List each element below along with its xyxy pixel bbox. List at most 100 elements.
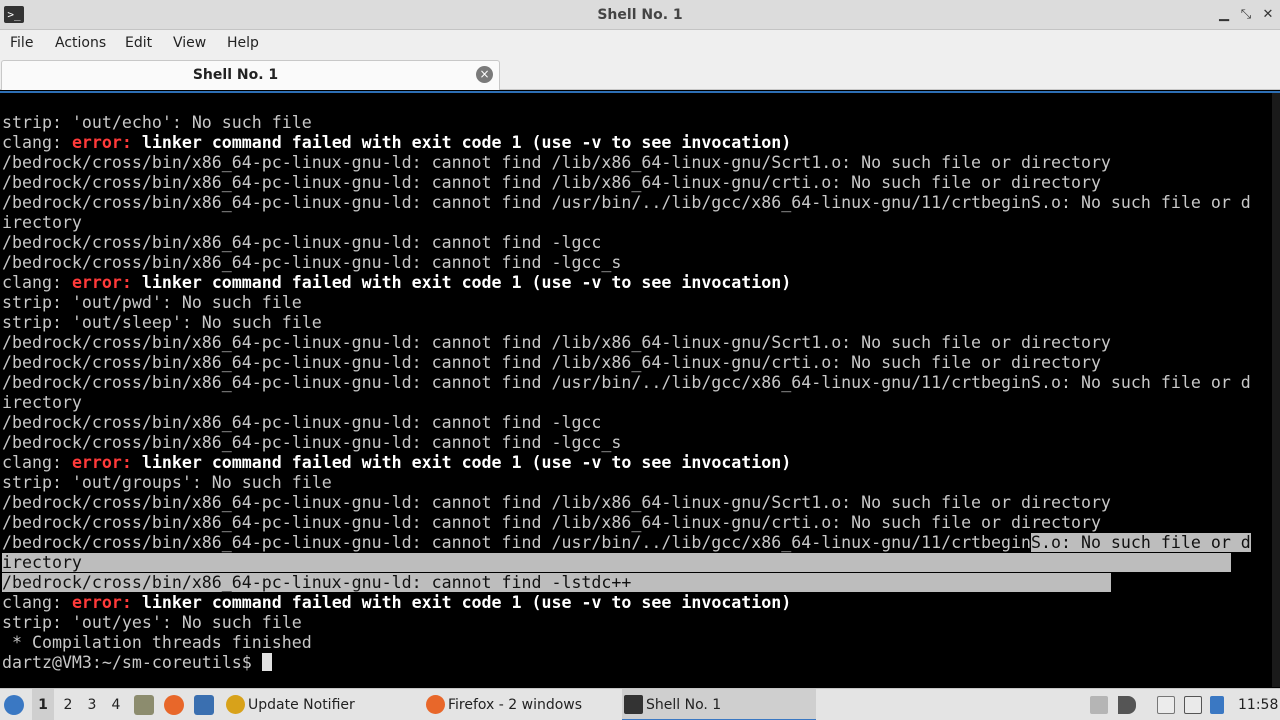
- terminal-text: linker command failed with exit code 1 (…: [131, 453, 792, 472]
- terminal-text: strip: 'out/echo': No such file: [2, 113, 312, 132]
- terminal-text: strip: 'out/groups': No such file: [2, 473, 332, 492]
- terminal-line: clang: error: linker command failed with…: [2, 273, 1272, 293]
- terminal-text: irectory: [2, 213, 82, 232]
- terminal-text: linker command failed with exit code 1 (…: [131, 593, 792, 612]
- terminal-text: clang:: [2, 593, 72, 612]
- terminal-text: /bedrock/cross/bin/x86_64-pc-linux-gnu-l…: [2, 193, 1251, 212]
- terminal-line: irectory: [2, 393, 1272, 413]
- workspace-2[interactable]: 2: [57, 689, 79, 720]
- workspace-3[interactable]: 3: [81, 689, 103, 720]
- task-firefox[interactable]: Firefox - 2 windows: [424, 689, 620, 720]
- error-label: error:: [71, 133, 132, 152]
- terminal-view[interactable]: strip: 'out/echo': No such file clang: er…: [0, 91, 1280, 687]
- terminal-line: /bedrock/cross/bin/x86_64-pc-linux-gnu-l…: [2, 493, 1272, 513]
- terminal-text: /bedrock/cross/bin/x86_64-pc-linux-gnu-l…: [2, 153, 1111, 172]
- terminal-text: /bedrock/cross/bin/x86_64-pc-linux-gnu-l…: [2, 173, 1101, 192]
- clock[interactable]: 11:58: [1238, 689, 1278, 720]
- terminal-line: strip: 'out/yes': No such file: [2, 613, 1272, 633]
- terminal-output: strip: 'out/echo': No such file clang: er…: [2, 113, 1272, 673]
- update-notifier-icon: [226, 695, 245, 714]
- terminal-text: /bedrock/cross/bin/x86_64-pc-linux-gnu-l…: [2, 533, 1031, 552]
- menu-actions[interactable]: Actions: [55, 30, 106, 57]
- text-cursor: [261, 653, 272, 671]
- menu-edit[interactable]: Edit: [125, 30, 152, 57]
- menu-view[interactable]: View: [173, 30, 206, 57]
- workspace-1[interactable]: 1: [32, 689, 54, 720]
- terminal-line: /bedrock/cross/bin/x86_64-pc-linux-gnu-l…: [2, 173, 1272, 193]
- clipboard-icon[interactable]: [1157, 696, 1175, 714]
- menu-file[interactable]: File: [10, 30, 33, 57]
- task-update-notifier[interactable]: Update Notifier: [224, 689, 420, 720]
- terminal-line: /bedrock/cross/bin/x86_64-pc-linux-gnu-l…: [2, 153, 1272, 173]
- terminal-text: /bedrock/cross/bin/x86_64-pc-linux-gnu-l…: [2, 413, 602, 432]
- terminal-text: irectory: [2, 393, 82, 412]
- terminal-text: /bedrock/cross/bin/x86_64-pc-linux-gnu-l…: [2, 493, 1111, 512]
- desktop-icon[interactable]: [194, 695, 214, 715]
- terminal-text: irectory: [2, 553, 1231, 572]
- maximize-button[interactable]: ⤡: [1236, 5, 1256, 25]
- title-bar: >_ Shell No. 1 ▁ ⤡ ✕: [0, 0, 1280, 30]
- terminal-line: strip: 'out/sleep': No such file: [2, 313, 1272, 333]
- error-label: error:: [71, 453, 132, 472]
- terminal-text: /bedrock/cross/bin/x86_64-pc-linux-gnu-l…: [2, 433, 622, 452]
- file-manager-icon[interactable]: [134, 695, 154, 715]
- task-label: Shell No. 1: [646, 697, 722, 713]
- terminal-text: /bedrock/cross/bin/x86_64-pc-linux-gnu-l…: [2, 333, 1111, 352]
- terminal-line: strip: 'out/echo': No such file: [2, 113, 1272, 133]
- shell-prompt: dartz@VM3:~/sm-coreutils$: [2, 653, 262, 672]
- terminal-line: /bedrock/cross/bin/x86_64-pc-linux-gnu-l…: [2, 413, 1272, 433]
- window-title: Shell No. 1: [597, 7, 683, 23]
- terminal-line: /bedrock/cross/bin/x86_64-pc-linux-gnu-l…: [2, 513, 1272, 533]
- terminal-line: /bedrock/cross/bin/x86_64-pc-linux-gnu-l…: [2, 253, 1272, 273]
- terminal-line: clang: error: linker command failed with…: [2, 593, 1272, 613]
- terminal-line: /bedrock/cross/bin/x86_64-pc-linux-gnu-l…: [2, 533, 1272, 553]
- scrollbar[interactable]: [1272, 93, 1280, 687]
- terminal-text: /bedrock/cross/bin/x86_64-pc-linux-gnu-l…: [2, 233, 602, 252]
- menu-help[interactable]: Help: [227, 30, 259, 57]
- close-button[interactable]: ✕: [1258, 5, 1278, 25]
- tab-shell-1[interactable]: Shell No. 1 ×: [1, 60, 500, 90]
- terminal-text: linker command failed with exit code 1 (…: [131, 273, 792, 292]
- terminal-text: clang:: [2, 453, 72, 472]
- error-label: error:: [71, 593, 132, 612]
- task-shell[interactable]: Shell No. 1: [622, 689, 816, 720]
- terminal-line: clang: error: linker command failed with…: [2, 453, 1272, 473]
- terminal-line: irectory: [2, 553, 1272, 573]
- task-label: Firefox - 2 windows: [448, 697, 583, 713]
- tab-bar: Shell No. 1 ×: [0, 57, 1280, 90]
- volume-icon[interactable]: [1118, 696, 1136, 714]
- terminal-line: irectory: [2, 213, 1272, 233]
- task-label: Update Notifier: [248, 697, 355, 713]
- terminal-text: /bedrock/cross/bin/x86_64-pc-linux-gnu-l…: [2, 353, 1101, 372]
- terminal-line: * Compilation threads finished: [2, 633, 1272, 653]
- tab-label: Shell No. 1: [192, 67, 279, 83]
- terminal-text: S.o: No such file or d: [1031, 533, 1251, 552]
- terminal-line: /bedrock/cross/bin/x86_64-pc-linux-gnu-l…: [2, 353, 1272, 373]
- terminal-line: /bedrock/cross/bin/x86_64-pc-linux-gnu-l…: [2, 233, 1272, 253]
- menu-bar: File Actions Edit View Help: [0, 30, 1280, 57]
- terminal-line: /bedrock/cross/bin/x86_64-pc-linux-gnu-l…: [2, 573, 1272, 593]
- terminal-text: clang:: [2, 133, 72, 152]
- terminal-text: strip: 'out/pwd': No such file: [2, 293, 302, 312]
- terminal-icon: [624, 695, 643, 714]
- terminal-line: strip: 'out/groups': No such file: [2, 473, 1272, 493]
- terminal-line: strip: 'out/pwd': No such file: [2, 293, 1272, 313]
- terminal-text: /bedrock/cross/bin/x86_64-pc-linux-gnu-l…: [2, 253, 622, 272]
- tab-close-icon[interactable]: ×: [476, 66, 493, 83]
- minimize-button[interactable]: ▁: [1214, 5, 1234, 25]
- firefox-icon[interactable]: [164, 695, 184, 715]
- terminal-text: /bedrock/cross/bin/x86_64-pc-linux-gnu-l…: [2, 513, 1101, 532]
- terminal-line: /bedrock/cross/bin/x86_64-pc-linux-gnu-l…: [2, 433, 1272, 453]
- terminal-text: clang:: [2, 273, 72, 292]
- terminal-text: linker command failed with exit code 1 (…: [131, 133, 792, 152]
- start-menu-icon[interactable]: [4, 695, 24, 715]
- bluetooth-icon[interactable]: [1210, 696, 1224, 714]
- terminal-text: /bedrock/cross/bin/x86_64-pc-linux-gnu-l…: [2, 373, 1251, 392]
- removable-media-icon[interactable]: [1090, 696, 1108, 714]
- terminal-text: * Compilation threads finished: [2, 633, 312, 652]
- workspace-4[interactable]: 4: [105, 689, 127, 720]
- prompt-line[interactable]: dartz@VM3:~/sm-coreutils$: [2, 653, 1272, 673]
- network-icon[interactable]: [1184, 696, 1202, 714]
- terminal-line: /bedrock/cross/bin/x86_64-pc-linux-gnu-l…: [2, 193, 1272, 213]
- error-label: error:: [71, 273, 132, 292]
